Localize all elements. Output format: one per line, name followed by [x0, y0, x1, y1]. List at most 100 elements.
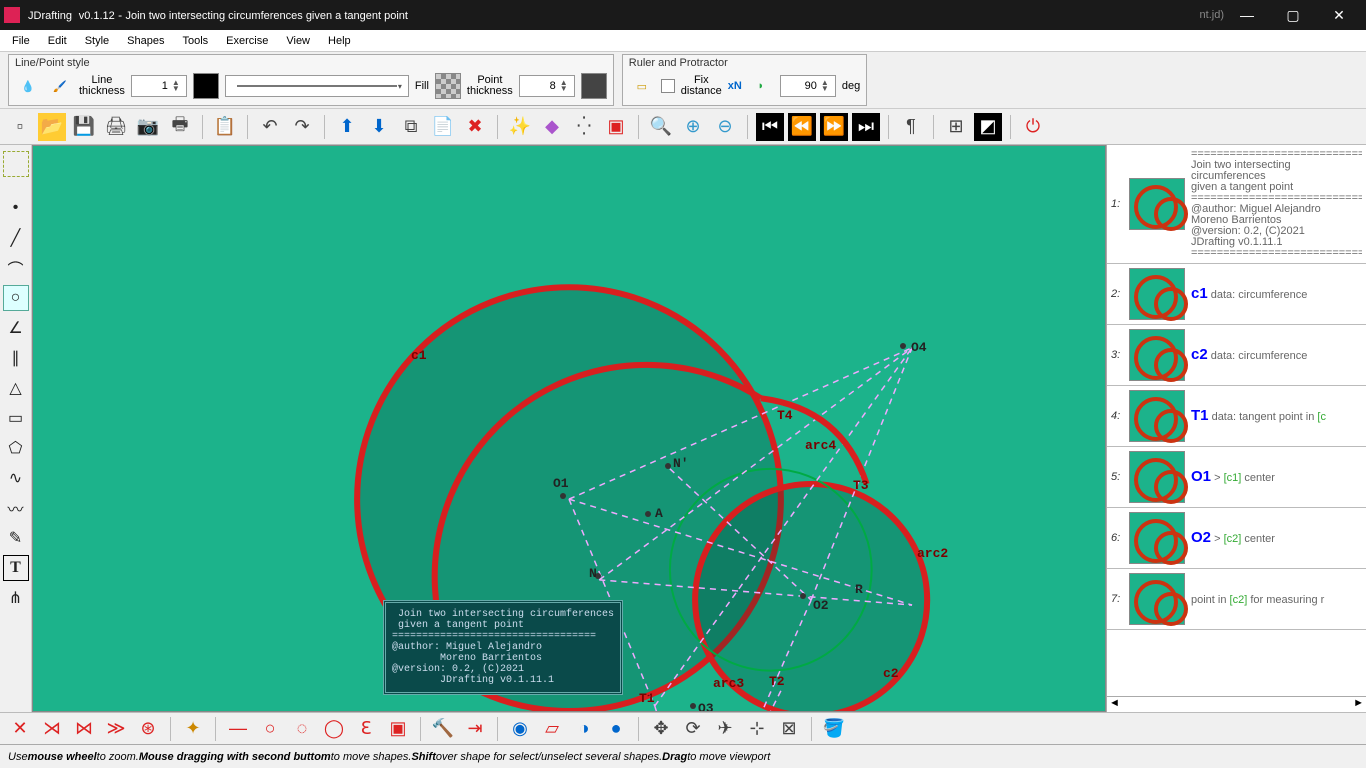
bt-18[interactable]: ● — [602, 715, 630, 743]
notes-icon[interactable]: 📄 — [429, 113, 457, 141]
line-color-swatch[interactable] — [193, 73, 219, 99]
print-icon[interactable]: 🖨 — [102, 113, 130, 141]
step-3[interactable]: 3: c2 data: circumference — [1107, 325, 1366, 386]
bt-bucket[interactable]: 🪣 — [820, 715, 848, 743]
fix-distance-check[interactable] — [661, 79, 675, 93]
bt-8[interactable]: ○ — [256, 715, 284, 743]
canvas[interactable]: c1 c2 O1 O2 O3 O4 A N N' R T1 T2 T3 T4 a… — [32, 145, 1106, 712]
step-6[interactable]: 6: O2 > [c2] center — [1107, 508, 1366, 569]
bt-2[interactable]: ⋊ — [38, 715, 66, 743]
bt-1[interactable]: ✕ — [6, 715, 34, 743]
fill-swatch[interactable] — [435, 73, 461, 99]
contrast-icon[interactable]: ◩ — [974, 113, 1002, 141]
down-icon[interactable]: ⬇ — [365, 113, 393, 141]
minimize-button[interactable]: — — [1224, 0, 1270, 30]
bt-15[interactable]: ◉ — [506, 715, 534, 743]
last-icon[interactable]: ⏭ — [852, 113, 880, 141]
pen-tool[interactable]: ✎ — [3, 525, 29, 551]
menu-file[interactable]: File — [4, 33, 38, 49]
step-5[interactable]: 5: O1 > [c1] center — [1107, 447, 1366, 508]
point-color-swatch[interactable] — [581, 73, 607, 99]
bt-20[interactable]: ⊹ — [743, 715, 771, 743]
menu-edit[interactable]: Edit — [40, 33, 75, 49]
brush-icon[interactable]: 🖌️ — [47, 73, 73, 99]
undo-icon[interactable]: ↶ — [256, 113, 284, 141]
camera-icon[interactable]: 📷 — [134, 113, 162, 141]
bt-rotate[interactable]: ⟳ — [679, 715, 707, 743]
printer2-icon[interactable]: 🖶 — [166, 113, 194, 141]
first-icon[interactable]: ⏮ — [756, 113, 784, 141]
save-icon[interactable]: 💾 — [70, 113, 98, 141]
menu-help[interactable]: Help — [320, 33, 359, 49]
bt-10[interactable]: ◯ — [320, 715, 348, 743]
bt-3[interactable]: ⋈ — [70, 715, 98, 743]
maximize-button[interactable]: ▢ — [1270, 0, 1316, 30]
bt-21[interactable]: ⊠ — [775, 715, 803, 743]
step-4[interactable]: 4: T1 data: tangent point in [c — [1107, 386, 1366, 447]
diamond-icon[interactable]: ◆ — [538, 113, 566, 141]
next-icon[interactable]: ⏩ — [820, 113, 848, 141]
bt-5[interactable]: ⊛ — [134, 715, 162, 743]
step-7[interactable]: 7: point in [c2] for measuring r — [1107, 569, 1366, 630]
parallel-tool[interactable]: ∥ — [3, 345, 29, 371]
bt-4[interactable]: ≫ — [102, 715, 130, 743]
zoom-fit-icon[interactable]: 🔍 — [647, 113, 675, 141]
line-style-combo[interactable] — [225, 75, 409, 97]
protractor-icon[interactable]: ◗ — [748, 73, 774, 99]
arc-tool[interactable]: ⌒ — [3, 255, 29, 281]
steps-list[interactable]: 1: ================================ Join… — [1107, 145, 1366, 696]
menu-exercise[interactable]: Exercise — [218, 33, 276, 49]
menu-tools[interactable]: Tools — [174, 33, 216, 49]
prev-icon[interactable]: ⏪ — [788, 113, 816, 141]
text-tool[interactable]: T — [3, 555, 29, 581]
menu-shapes[interactable]: Shapes — [119, 33, 172, 49]
panel-scrollbar[interactable]: ◄► — [1107, 696, 1366, 712]
bt-6[interactable]: ✦ — [179, 715, 207, 743]
close-button[interactable]: ✕ — [1316, 0, 1362, 30]
new-icon[interactable]: ▫ — [6, 113, 34, 141]
deg-input[interactable]: ▲▼ — [780, 75, 836, 97]
zoom-out-icon[interactable]: ⊖ — [711, 113, 739, 141]
bt-13[interactable]: 🔨 — [429, 715, 457, 743]
point-thickness-input[interactable]: ▲▼ — [519, 75, 575, 97]
dots-icon[interactable]: ⁛ — [570, 113, 598, 141]
menu-style[interactable]: Style — [77, 33, 117, 49]
bt-19[interactable]: ✈ — [711, 715, 739, 743]
menu-view[interactable]: View — [278, 33, 318, 49]
spline-tool[interactable]: ∿ — [3, 465, 29, 491]
paste-icon[interactable]: 📋 — [211, 113, 239, 141]
circle-tool[interactable]: ○ — [3, 285, 29, 311]
compass-tool[interactable]: ⋔ — [3, 585, 29, 611]
bt-12[interactable]: ▣ — [384, 715, 412, 743]
ruler-icon[interactable]: ▭ — [629, 73, 655, 99]
bt-9[interactable]: ◌ — [288, 715, 316, 743]
point-tool[interactable]: • — [3, 195, 29, 221]
grid-icon[interactable]: ⊞ — [942, 113, 970, 141]
bt-16[interactable]: ▱ — [538, 715, 566, 743]
pilcrow-icon[interactable]: ¶ — [897, 113, 925, 141]
triangle-tool[interactable]: △ — [3, 375, 29, 401]
step-1[interactable]: 1: ================================ Join… — [1107, 145, 1366, 264]
angle-tool[interactable]: ∠ — [3, 315, 29, 341]
xn-label[interactable]: xN — [728, 80, 742, 92]
redo-icon[interactable]: ↷ — [288, 113, 316, 141]
rect-tool[interactable]: ▭ — [3, 405, 29, 431]
bt-move[interactable]: ✥ — [647, 715, 675, 743]
step-2[interactable]: 2: c1 data: circumference — [1107, 264, 1366, 325]
line-tool[interactable]: ╱ — [3, 225, 29, 251]
copy-icon[interactable]: ⧉ — [397, 113, 425, 141]
bt-14[interactable]: ⇥ — [461, 715, 489, 743]
zoom-in-icon[interactable]: ⊕ — [679, 113, 707, 141]
select-tool[interactable] — [3, 151, 29, 177]
bt-11[interactable]: ℇ — [352, 715, 380, 743]
wand-icon[interactable]: ✨ — [506, 113, 534, 141]
curve-tool[interactable]: 〰 — [3, 495, 29, 521]
line-thickness-input[interactable]: ▲▼ — [131, 75, 187, 97]
open-icon[interactable]: 📂 — [38, 113, 66, 141]
eyedropper-icon[interactable]: 💧 — [15, 73, 41, 99]
bt-17[interactable]: ◑ — [570, 715, 598, 743]
polygon-tool[interactable]: ⬠ — [3, 435, 29, 461]
up-icon[interactable]: ⬆ — [333, 113, 361, 141]
flag-icon[interactable]: ▣ — [602, 113, 630, 141]
power-icon[interactable]: ⏻ — [1019, 113, 1047, 141]
